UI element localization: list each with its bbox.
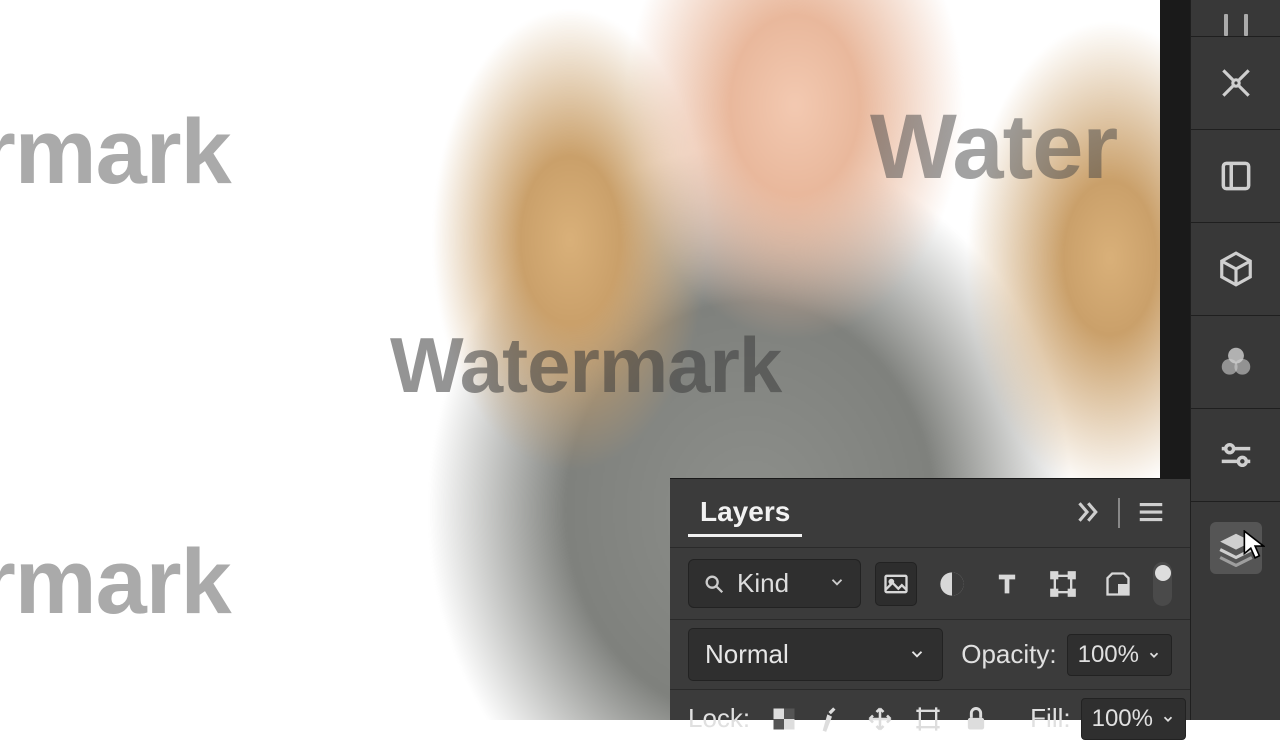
dock-grip-icon[interactable]	[1224, 14, 1248, 22]
panel-title[interactable]: Layers	[688, 490, 802, 537]
layer-filter-row: Kind	[670, 547, 1190, 619]
panel-header: Layers	[670, 479, 1190, 547]
separator	[1118, 498, 1120, 528]
lock-position-icon[interactable]	[866, 701, 894, 737]
lock-label: Lock:	[688, 703, 750, 734]
fill-value-text: 100%	[1092, 705, 1153, 733]
adjustments-icon[interactable]	[1210, 429, 1262, 481]
filter-adjustment-icon[interactable]	[931, 562, 973, 606]
lock-pixels-icon[interactable]	[818, 701, 846, 737]
channels-icon[interactable]	[1210, 336, 1262, 388]
panel-gutter	[1160, 0, 1190, 478]
fill-label: Fill:	[1030, 703, 1070, 734]
chevron-down-icon	[828, 573, 846, 594]
layers-panel: Layers Kind	[670, 478, 1190, 720]
opacity-value-text: 100%	[1078, 641, 1139, 669]
lock-all-icon[interactable]	[962, 701, 990, 737]
libraries-icon[interactable]	[1210, 150, 1262, 202]
3d-icon[interactable]	[1210, 243, 1262, 295]
blend-mode-value: Normal	[705, 639, 789, 670]
fill-value[interactable]: 100%	[1081, 698, 1186, 740]
tools-icon[interactable]	[1210, 57, 1262, 109]
filter-shape-icon[interactable]	[1042, 562, 1084, 606]
collapse-panel-icon[interactable]	[1066, 491, 1108, 536]
fill-control[interactable]: Fill: 100%	[1030, 698, 1186, 740]
side-dock	[1190, 0, 1280, 720]
lock-transparent-icon[interactable]	[770, 701, 798, 737]
chevron-down-icon	[1147, 641, 1161, 669]
opacity-label: Opacity:	[961, 639, 1056, 670]
opacity-value[interactable]: 100%	[1067, 634, 1172, 676]
watermark-text: Watermark	[390, 320, 781, 411]
chevron-down-icon	[1161, 705, 1175, 733]
panel-menu-icon[interactable]	[1130, 491, 1172, 536]
watermark-text: atermark	[0, 530, 231, 635]
filter-pixel-icon[interactable]	[875, 562, 917, 606]
watermark-text: atermark	[0, 100, 231, 205]
filter-kind-label: Kind	[737, 568, 789, 599]
mouse-cursor-icon	[1243, 530, 1265, 560]
search-icon	[703, 573, 725, 595]
lock-artboard-icon[interactable]	[914, 701, 942, 737]
opacity-control[interactable]: Opacity: 100%	[961, 634, 1172, 676]
filter-toggle[interactable]	[1153, 562, 1172, 606]
filter-kind-select[interactable]: Kind	[688, 559, 861, 608]
filter-smartobject-icon[interactable]	[1098, 562, 1140, 606]
blend-mode-select[interactable]: Normal	[688, 628, 943, 681]
chevron-down-icon	[908, 639, 926, 670]
filter-type-icon[interactable]	[987, 562, 1029, 606]
watermark-text: Water	[870, 95, 1117, 200]
lock-row: Lock: Fi	[670, 689, 1190, 747]
blend-row: Normal Opacity: 100%	[670, 619, 1190, 689]
